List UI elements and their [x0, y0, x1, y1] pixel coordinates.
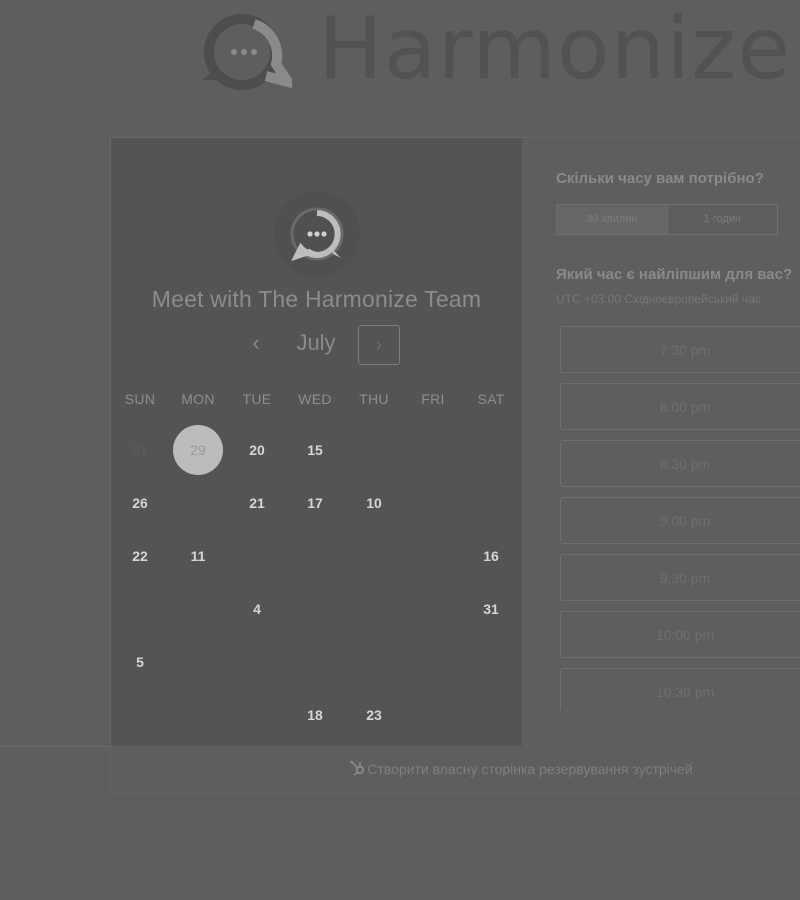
- calendar-day: [173, 637, 223, 687]
- calendar-day: [408, 425, 458, 475]
- page-divider: [0, 746, 112, 747]
- header-divider: [0, 130, 800, 131]
- calendar-day: [408, 690, 458, 740]
- header: Harmonize: [0, 0, 800, 130]
- calendar-day[interactable]: 21: [232, 478, 282, 528]
- calendar-day: [115, 584, 165, 634]
- calendar-day: 31: [132, 442, 148, 458]
- calendar-day[interactable]: 23: [349, 690, 399, 740]
- create-booking-page-link[interactable]: Створити власну сторінка резервування зу…: [0, 760, 800, 777]
- time-slot-button[interactable]: 9:00 pm: [560, 497, 800, 544]
- calendar-day: [173, 478, 223, 528]
- calendar-day: [232, 690, 282, 740]
- calendar-day[interactable]: 5: [115, 637, 165, 687]
- calendar-day: [408, 637, 458, 687]
- weekday-tue: TUE: [242, 391, 272, 407]
- time-question: Який час є найліпшим для вас?: [556, 266, 793, 283]
- calendar-day: [349, 425, 399, 475]
- chat-bubble-logo-icon: [202, 14, 292, 90]
- calendar-panel: Meet with The Harmonize Team ‹ July › SU…: [111, 138, 522, 746]
- weekday-sat: SAT: [477, 391, 505, 407]
- time-slot-button[interactable]: 8:00 pm: [560, 383, 800, 430]
- calendar-day: [349, 531, 399, 581]
- calendar-day: [232, 637, 282, 687]
- calendar-day: [408, 478, 458, 528]
- weekday-sun: SUN: [124, 391, 156, 407]
- brand-name: Harmonize: [318, 0, 792, 99]
- time-slot-button[interactable]: 9:30 pm: [560, 554, 800, 601]
- calendar-day: [466, 690, 516, 740]
- calendar-day: [290, 637, 340, 687]
- calendar-day: [466, 637, 516, 687]
- calendar-day: [115, 690, 165, 740]
- chevron-left-icon: ‹: [252, 330, 260, 355]
- weekday-fri: FRI: [421, 391, 445, 407]
- timezone-selector[interactable]: UTC +03:00 Східноєвропейський час: [556, 292, 761, 306]
- prev-month-button[interactable]: ‹: [243, 331, 269, 357]
- calendar-day[interactable]: 11: [173, 531, 223, 581]
- month-label: July: [296, 330, 336, 355]
- calendar-day[interactable]: 17: [290, 478, 340, 528]
- duration-toggle: 30 хвилин 1 годин: [556, 204, 778, 235]
- calendar-day: [466, 425, 516, 475]
- calendar-day[interactable]: 20: [232, 425, 282, 475]
- weekday-mon: MON: [181, 391, 215, 407]
- chat-bubble-avatar-icon: [290, 207, 344, 262]
- calendar-day: [173, 690, 223, 740]
- calendar-day[interactable]: 22: [115, 531, 165, 581]
- calendar-day[interactable]: 18: [290, 690, 340, 740]
- calendar-day: [349, 584, 399, 634]
- calendar-day: [173, 584, 223, 634]
- duration-option[interactable]: 30 хвилин: [557, 205, 668, 234]
- calendar-day: [408, 584, 458, 634]
- chevron-right-icon: ›: [375, 334, 383, 356]
- time-slot-button[interactable]: 10:00 pm: [560, 611, 800, 658]
- time-slot-button[interactable]: 10:30 pm: [560, 668, 800, 710]
- hubspot-sprocket-icon: [350, 760, 365, 776]
- calendar-day[interactable]: 15: [290, 425, 340, 475]
- calendar-day[interactable]: 10: [349, 478, 399, 528]
- calendar-day[interactable]: 31: [466, 584, 516, 634]
- calendar-day[interactable]: 26: [115, 478, 165, 528]
- selected-day[interactable]: 29: [173, 425, 223, 475]
- calendar-day: [408, 531, 458, 581]
- time-slot-list: 7:30 pm 8:00 pm 8:30 pm 9:00 pm 9:30 pm 10:00…: [560, 326, 800, 710]
- calendar-day: [232, 531, 282, 581]
- weekday-thu: THU: [359, 391, 389, 407]
- calendar-day: [466, 478, 516, 528]
- next-month-button[interactable]: ›: [358, 325, 400, 365]
- duration-question: Скільки часу вам потрібно?: [556, 170, 764, 187]
- time-slot-button[interactable]: 7:30 pm: [560, 326, 800, 373]
- duration-option[interactable]: 1 годин: [668, 205, 778, 234]
- calendar-day: [290, 531, 340, 581]
- meeting-title: Meet with The Harmonize Team: [151, 286, 482, 312]
- calendar-day: [349, 637, 399, 687]
- weekday-wed: WED: [298, 391, 332, 407]
- footer-link-label: Створити власну сторінка резервування зу…: [367, 761, 693, 777]
- time-slot-button[interactable]: 8:30 pm: [560, 440, 800, 487]
- calendar-day[interactable]: 4: [232, 584, 282, 634]
- calendar-day[interactable]: 16: [466, 531, 516, 581]
- calendar-day: [290, 584, 340, 634]
- avatar: [274, 191, 360, 277]
